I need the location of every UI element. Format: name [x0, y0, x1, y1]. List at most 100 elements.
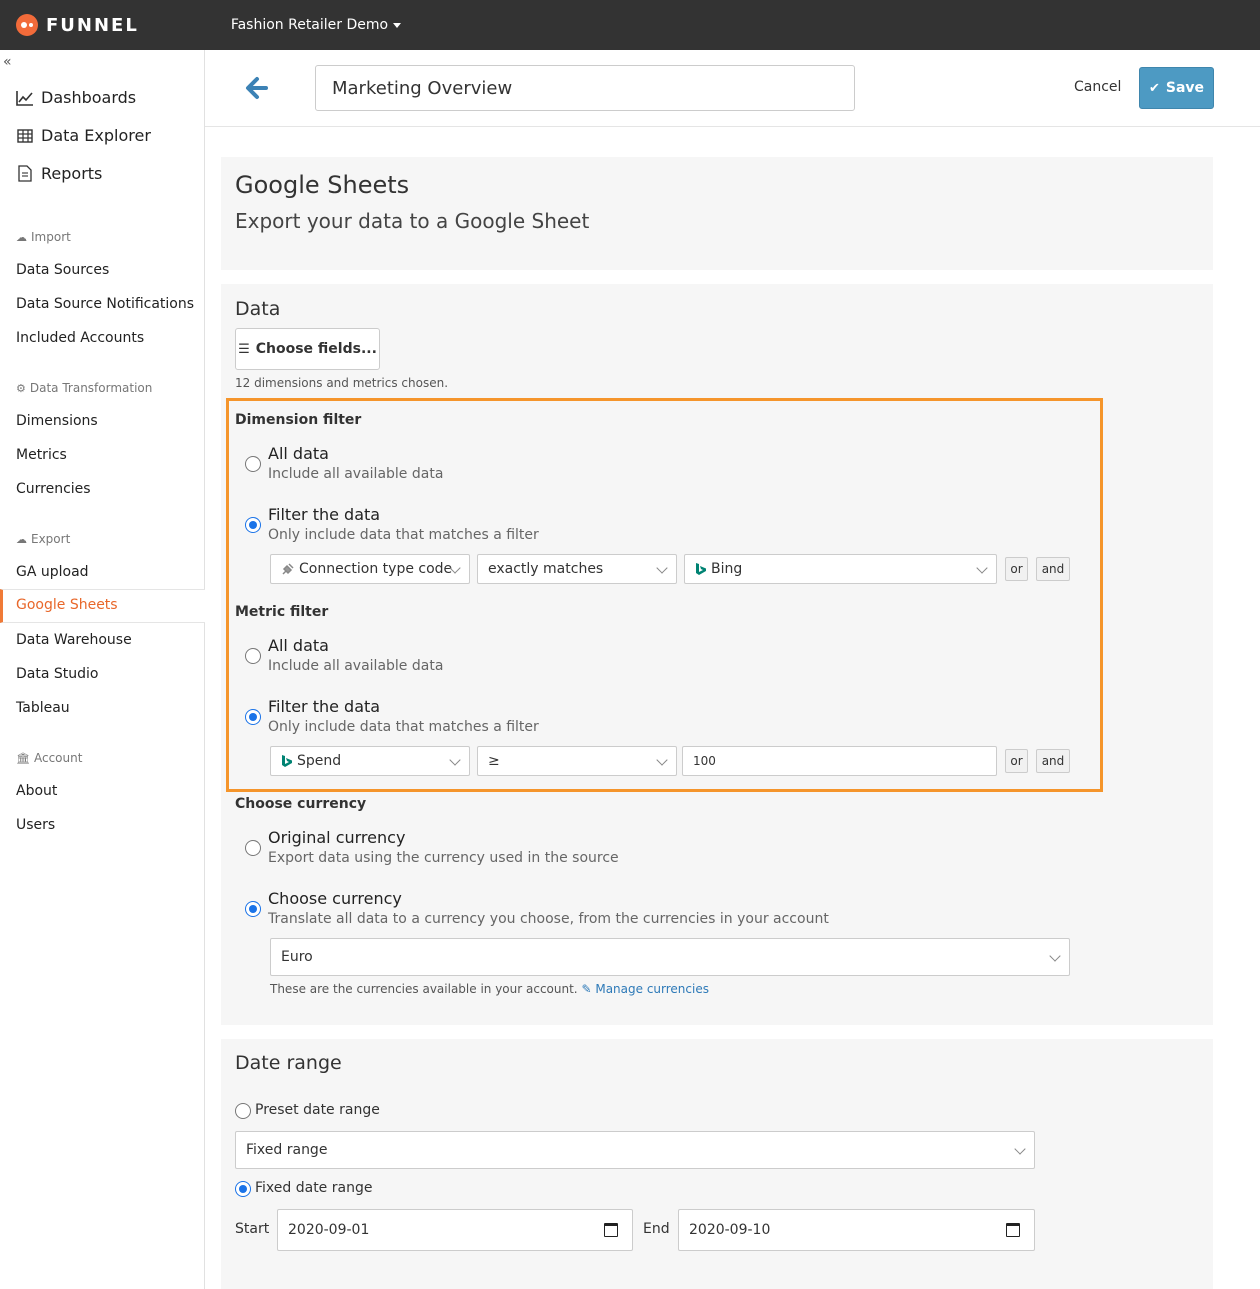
sidebar-item-label: Google Sheets: [16, 597, 118, 613]
sidebar-item-tableau[interactable]: Tableau: [16, 700, 70, 716]
end-date-input[interactable]: 2020-09-10: [678, 1209, 1035, 1251]
sidebar: « Dashboards Data Explorer Reports ☁ Imp…: [0, 50, 205, 1289]
preset-date-range-radio[interactable]: [235, 1103, 251, 1119]
sidebar-item-label: Reports: [41, 164, 103, 183]
sidebar-item-data-studio[interactable]: Data Studio: [16, 666, 98, 682]
funnel-logo[interactable]: FUNNEL: [16, 14, 139, 36]
start-date-input[interactable]: 2020-09-01: [277, 1209, 633, 1251]
gear-icon: ⚙: [16, 381, 26, 395]
option-description: Include all available data: [268, 466, 444, 482]
option-title: All data: [268, 636, 329, 655]
date-range-heading: Date range: [235, 1052, 342, 1074]
fixed-date-range-radio[interactable]: [235, 1181, 251, 1197]
sidebar-item-reports[interactable]: Reports: [16, 164, 102, 183]
chevron-down-icon: [1014, 1143, 1026, 1155]
option-title: Filter the data: [268, 505, 381, 524]
metric-or-button[interactable]: or: [1005, 749, 1028, 773]
chevron-down-icon: [1049, 950, 1061, 962]
export-title-input[interactable]: [315, 65, 855, 111]
calendar-icon[interactable]: [1006, 1223, 1020, 1237]
start-label: Start: [235, 1221, 270, 1237]
metric-field-select[interactable]: Spend: [270, 746, 470, 776]
save-button[interactable]: ✔ Save: [1139, 67, 1214, 109]
end-label: End: [643, 1221, 670, 1237]
editor-header: Cancel ✔ Save: [205, 50, 1260, 127]
bing-icon: [281, 754, 293, 768]
document-icon: [16, 165, 34, 182]
workspace-selector[interactable]: Fashion Retailer Demo: [230, 17, 402, 33]
metric-all-data-radio[interactable]: [245, 648, 261, 664]
sidebar-item-currencies[interactable]: Currencies: [16, 481, 91, 497]
bank-icon: 🏛: [16, 751, 30, 765]
dimension-or-button[interactable]: or: [1005, 557, 1028, 581]
sidebar-item-label: Data Explorer: [41, 126, 151, 145]
option-description: Translate all data to a currency you cho…: [268, 911, 829, 927]
section-heading-data-transformation: ⚙ Data Transformation: [16, 381, 153, 395]
metric-operator-select[interactable]: ≥: [477, 746, 677, 776]
sidebar-item-google-sheets[interactable]: Google Sheets: [0, 589, 205, 623]
back-arrow-icon[interactable]: [245, 76, 271, 102]
workspace-name: Fashion Retailer Demo: [230, 17, 389, 33]
sidebar-item-users[interactable]: Users: [16, 817, 55, 833]
chevron-down-icon: [976, 562, 988, 574]
collapse-sidebar-icon[interactable]: «: [3, 54, 12, 70]
cloud-upload-icon: ☁: [16, 230, 27, 244]
sidebar-item-about[interactable]: About: [16, 783, 57, 799]
plug-icon: [281, 562, 295, 576]
page-subtitle: Export your data to a Google Sheet: [235, 209, 590, 233]
manage-currencies-link[interactable]: ✎ Manage currencies: [581, 982, 709, 996]
sidebar-item-included-accounts[interactable]: Included Accounts: [16, 330, 144, 346]
option-title: All data: [268, 444, 329, 463]
currency-select[interactable]: Euro: [270, 938, 1070, 976]
pencil-icon: ✎: [581, 982, 592, 996]
dimension-all-data-radio[interactable]: [245, 456, 261, 472]
caret-down-icon: [393, 22, 402, 28]
dimension-operator-select[interactable]: exactly matches: [477, 554, 677, 584]
top-bar: FUNNEL Fashion Retailer Demo: [0, 0, 1260, 50]
metric-filter-data-radio[interactable]: [245, 709, 261, 725]
sidebar-item-metrics[interactable]: Metrics: [16, 447, 67, 463]
preset-date-range-label: Preset date range: [255, 1102, 380, 1118]
option-description: Only include data that matches a filter: [268, 527, 539, 543]
option-title: Original currency: [268, 828, 406, 847]
sidebar-item-data-sources[interactable]: Data Sources: [16, 262, 109, 278]
currency-note: These are the currencies available in yo…: [270, 982, 709, 996]
dimension-and-button[interactable]: and: [1036, 557, 1070, 581]
sidebar-item-data-explorer[interactable]: Data Explorer: [16, 126, 151, 145]
metric-filter-label: Metric filter: [235, 604, 329, 620]
page-title: Google Sheets: [235, 171, 410, 199]
fixed-date-range-label: Fixed date range: [255, 1180, 373, 1196]
metric-and-button[interactable]: and: [1036, 749, 1070, 773]
metric-value-input[interactable]: 100: [682, 746, 997, 776]
line-chart-icon: [16, 90, 34, 106]
dimension-value-select[interactable]: Bing: [684, 554, 997, 584]
chevron-down-icon: [656, 754, 668, 766]
option-title: Choose currency: [268, 889, 402, 908]
section-heading-import: ☁ Import: [16, 230, 71, 244]
sidebar-item-data-source-notifications[interactable]: Data Source Notifications: [16, 296, 194, 312]
choose-currency-radio[interactable]: [245, 901, 261, 917]
dimension-filter-data-radio[interactable]: [245, 517, 261, 533]
original-currency-radio[interactable]: [245, 840, 261, 856]
funnel-logo-icon: [16, 14, 38, 36]
preset-range-select[interactable]: Fixed range: [235, 1131, 1035, 1169]
date-range-panel: Date range Preset date range Fixed range…: [221, 1039, 1213, 1289]
sidebar-item-data-warehouse[interactable]: Data Warehouse: [16, 632, 132, 648]
choose-fields-button[interactable]: ☰ Choose fields...: [235, 328, 380, 370]
bing-icon: [695, 562, 707, 576]
sidebar-item-dashboards[interactable]: Dashboards: [16, 88, 136, 107]
table-icon: [16, 128, 34, 143]
option-description: Export data using the currency used in t…: [268, 850, 619, 866]
cancel-button[interactable]: Cancel: [1074, 79, 1121, 95]
chevron-down-icon: [656, 562, 668, 574]
section-heading-account: 🏛 Account: [16, 751, 83, 765]
choose-currency-label: Choose currency: [235, 796, 367, 812]
calendar-icon[interactable]: [604, 1223, 618, 1237]
sidebar-item-dimensions[interactable]: Dimensions: [16, 413, 98, 429]
sidebar-item-ga-upload[interactable]: GA upload: [16, 564, 89, 580]
option-title: Filter the data: [268, 697, 381, 716]
dimension-field-select[interactable]: Connection type code: [270, 554, 470, 584]
dimension-filter-label: Dimension filter: [235, 412, 362, 428]
section-heading-export: ☁ Export: [16, 532, 71, 546]
chosen-fields-note: 12 dimensions and metrics chosen.: [235, 376, 449, 390]
